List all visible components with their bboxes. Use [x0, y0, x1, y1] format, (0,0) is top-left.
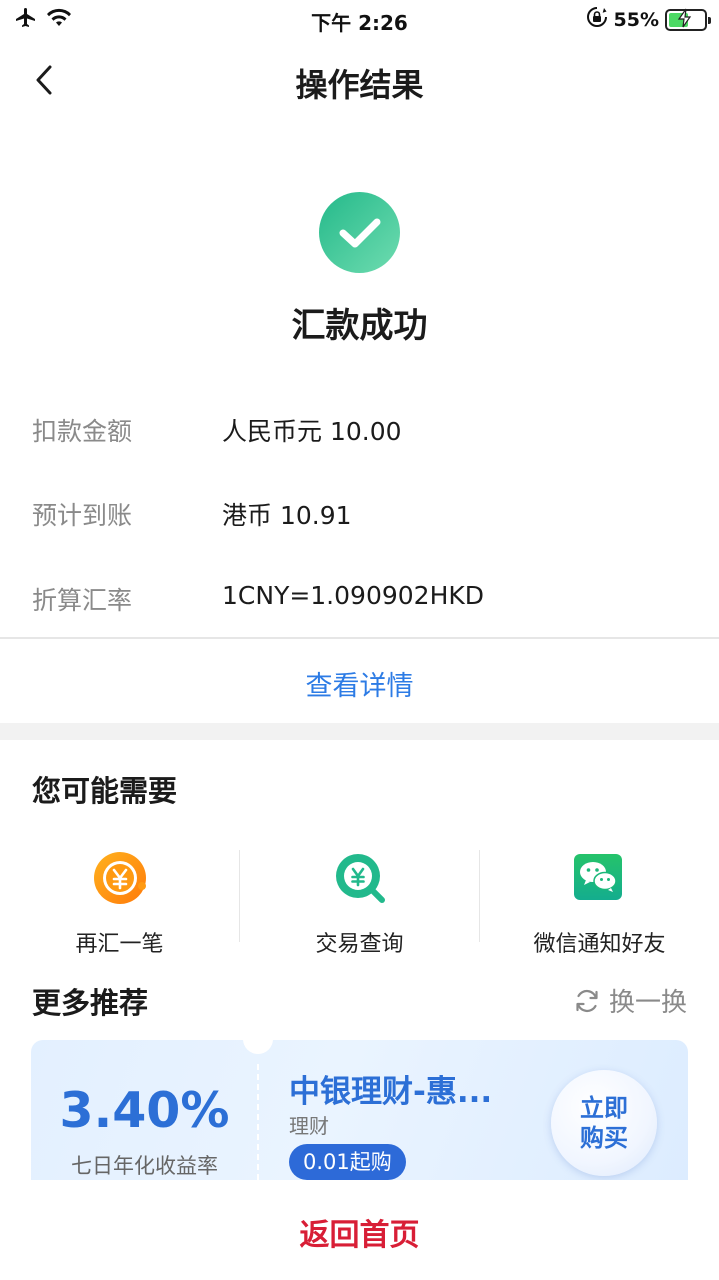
return-home-button[interactable]: 返回首页	[0, 1210, 719, 1254]
check-circle-icon	[319, 192, 400, 273]
detail-label: 扣款金额	[32, 417, 133, 446]
detail-label: 折算汇率	[32, 586, 133, 615]
detail-row-arrival: 预计到账 港币 10.91	[0, 490, 719, 530]
refresh-label: 换一换	[608, 988, 687, 1018]
product-rate: 3.40%	[59, 1082, 230, 1139]
status-right: 55%	[586, 6, 711, 33]
product-name: 中银理财-惠...	[289, 1074, 493, 1110]
status-bar: 下午 2:26 55%	[0, 0, 719, 40]
yuan-search-icon	[332, 850, 388, 906]
detail-row-debit: 扣款金额 人民币元 10.00	[0, 406, 719, 446]
product-rate-label: 七日年化收益率	[71, 1154, 218, 1178]
detail-label: 预计到账	[32, 501, 133, 530]
buy-now-button[interactable]: 立即 购买	[551, 1070, 657, 1176]
yuan-coin-icon	[92, 850, 148, 906]
product-type: 理财	[289, 1114, 329, 1138]
detail-value: 港币 10.91	[222, 501, 352, 530]
buy-now-label-line2: 购买	[580, 1124, 628, 1152]
view-detail-link[interactable]: 查看详情	[0, 664, 719, 703]
wechat-icon	[572, 850, 628, 906]
quick-action-label: 交易查询	[315, 932, 404, 957]
bottom-bar: 返回首页	[0, 1180, 719, 1280]
orientation-lock-icon	[586, 6, 608, 33]
section-separator	[0, 723, 719, 740]
page: 下午 2:26 55% 操作结果 汇款成功 扣款金额 人民币元 10.00 预计…	[0, 0, 719, 1280]
maybe-need-title: 您可能需要	[32, 774, 178, 808]
battery-percent: 55%	[613, 8, 659, 31]
quick-action-label: 微信通知好友	[533, 932, 666, 957]
product-card[interactable]: 3.40% 七日年化收益率 中银理财-惠... 理财 0.01起购 立即 购买	[31, 1040, 688, 1200]
battery-icon	[665, 8, 711, 31]
detail-row-rate: 折算汇率 1CNY=1.090902HKD	[0, 575, 719, 615]
page-title: 操作结果	[295, 66, 424, 104]
divider	[0, 637, 719, 639]
buy-now-label-line1: 立即	[580, 1094, 628, 1122]
charging-bolt-icon	[677, 8, 692, 27]
quick-action-label: 再汇一笔	[75, 932, 164, 957]
detail-value: 1CNY=1.090902HKD	[222, 581, 485, 610]
nav-bar: 操作结果	[0, 44, 719, 116]
detail-value: 人民币元 10.00	[222, 417, 402, 446]
quick-action-wechat-notify[interactable]: 微信通知好友	[480, 840, 719, 960]
quick-action-transaction-query[interactable]: 交易查询	[240, 840, 479, 960]
refresh-icon	[576, 989, 598, 1012]
more-recommend-title: 更多推荐	[32, 986, 149, 1020]
result-title: 汇款成功	[291, 306, 428, 346]
refresh-button[interactable]: 换一换	[573, 982, 687, 1019]
card-notch	[243, 1040, 273, 1054]
product-min-purchase-badge: 0.01起购	[289, 1144, 406, 1180]
quick-action-remit-again[interactable]: 再汇一笔	[0, 840, 239, 960]
